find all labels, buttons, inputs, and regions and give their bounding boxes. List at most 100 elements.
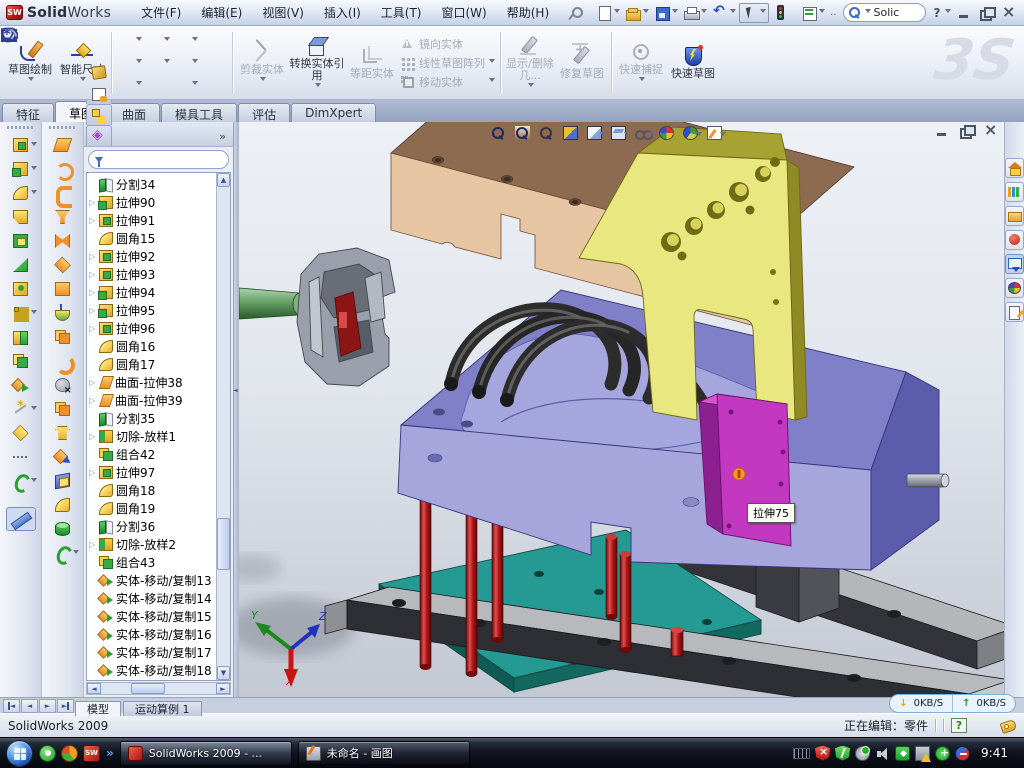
expand-arrow-icon[interactable] xyxy=(89,468,99,477)
feature-tree-item[interactable]: 实体-移动/复制17 xyxy=(89,643,216,661)
print-icon[interactable] xyxy=(681,3,709,23)
scroll-down-button[interactable] xyxy=(217,666,230,680)
taskbar-button-paint[interactable]: 未命名 - 画图 xyxy=(298,741,470,765)
zoom-fit-icon[interactable] xyxy=(487,123,509,142)
model-guide-rod[interactable] xyxy=(239,288,307,319)
menu-item[interactable]: 窗口(W) xyxy=(432,1,497,24)
panel-chevron[interactable]: » xyxy=(214,130,231,146)
feature-tree-item[interactable]: 分割36 xyxy=(89,517,216,535)
feature-tree-item[interactable]: 拉伸96 xyxy=(89,319,216,337)
graphics-viewport[interactable]: 拉伸75 Y Z X xyxy=(239,122,1004,697)
offset-entities-button[interactable]: 等距实体 xyxy=(346,28,398,97)
reference-point-icon[interactable] xyxy=(6,445,36,469)
doc-minimize-button[interactable] xyxy=(934,124,950,138)
tab-motion-study[interactable]: 运动算例 1 xyxy=(123,701,202,716)
helix-curve-icon[interactable] xyxy=(6,469,36,493)
rapid-sketch-button[interactable]: 快速草图 xyxy=(667,28,719,97)
menu-item[interactable]: 编辑(E) xyxy=(191,1,252,24)
arc-icon[interactable] xyxy=(146,52,170,74)
doc-close-button[interactable] xyxy=(982,124,998,138)
tree-filter-input[interactable] xyxy=(88,150,229,169)
display-delete-relations-button[interactable]: 显示/删除几... xyxy=(504,28,556,97)
scroll-right-button[interactable] xyxy=(216,683,230,694)
move-copy-body-icon[interactable] xyxy=(6,373,36,397)
line-icon[interactable] xyxy=(118,30,142,52)
surface-fillet-icon[interactable] xyxy=(48,493,78,517)
sketch-fillet-icon[interactable] xyxy=(174,74,198,96)
sync-icon[interactable] xyxy=(895,746,910,761)
display-style-icon[interactable] xyxy=(583,123,605,142)
toolbar-grip[interactable] xyxy=(7,126,35,129)
swept-surface-icon[interactable] xyxy=(48,181,78,205)
linear-pattern-icon[interactable] xyxy=(6,301,36,325)
solidworks-icon[interactable]: SW xyxy=(83,745,100,762)
point-icon[interactable] xyxy=(202,74,226,96)
quick-launch-chevron[interactable]: » xyxy=(106,746,114,760)
custom-properties-icon[interactable] xyxy=(1005,302,1024,322)
pin-icon[interactable] xyxy=(565,3,593,23)
tab-mold-tools[interactable]: 模具工具 xyxy=(161,103,237,122)
ruled-surface-icon[interactable] xyxy=(48,469,78,493)
replace-face-icon[interactable] xyxy=(48,397,78,421)
last-tab-button[interactable] xyxy=(57,699,74,713)
feature-tree-item[interactable]: 拉伸94 xyxy=(89,283,216,301)
help-button[interactable]: ? xyxy=(930,6,943,20)
combine-icon[interactable] xyxy=(6,349,36,373)
view-orientation-icon[interactable] xyxy=(607,123,629,142)
boundary-surface-icon[interactable] xyxy=(48,229,78,253)
trim-entities-button[interactable]: 剪裁实体 xyxy=(236,28,288,97)
knit-surface-icon[interactable] xyxy=(48,325,78,349)
measure-button[interactable] xyxy=(6,507,36,531)
network-warning-icon[interactable] xyxy=(915,746,930,761)
select-cursor-icon[interactable] xyxy=(739,3,769,23)
repair-sketch-button[interactable]: 修复草图 xyxy=(556,28,608,97)
tree-horizontal-scrollbar[interactable] xyxy=(86,682,231,695)
scroll-thumb[interactable] xyxy=(217,518,230,570)
reference-axis-icon[interactable] xyxy=(6,397,36,421)
expand-arrow-icon[interactable] xyxy=(89,396,99,405)
delete-face-icon[interactable] xyxy=(48,373,78,397)
extend-surface-icon[interactable] xyxy=(48,349,78,373)
annotations-icon[interactable] xyxy=(703,123,725,142)
feature-tree-item[interactable]: 圆角15 xyxy=(89,229,216,247)
scroll-thumb[interactable] xyxy=(131,683,165,694)
help-dropdown-icon[interactable] xyxy=(945,9,951,16)
minimize-button[interactable] xyxy=(956,6,972,20)
hide-show-items-icon[interactable] xyxy=(631,123,653,142)
tag-icon[interactable] xyxy=(1000,720,1016,732)
lofted-surface-icon[interactable] xyxy=(48,205,78,229)
tab-surfaces[interactable]: 曲面 xyxy=(108,103,160,122)
revolved-surface-icon[interactable] xyxy=(48,157,78,181)
tab-evaluate[interactable]: 评估 xyxy=(238,103,290,122)
expand-arrow-icon[interactable] xyxy=(89,324,99,333)
appearances-icon[interactable] xyxy=(655,123,677,142)
move-entities-button[interactable]: 移动实体 xyxy=(400,73,495,90)
surface-curve-icon[interactable] xyxy=(48,541,78,565)
chamfer-icon[interactable] xyxy=(6,205,36,229)
expand-arrow-icon[interactable] xyxy=(89,540,99,549)
feature-tree-item[interactable]: 分割34 xyxy=(89,175,216,193)
feature-tree-item[interactable]: 实体-移动/复制16 xyxy=(89,625,216,643)
feature-tree-item[interactable]: 圆角18 xyxy=(89,481,216,499)
offset-surface-icon[interactable] xyxy=(48,301,78,325)
taskbar-button-solidworks[interactable]: SolidWorks 2009 - ... xyxy=(120,741,292,765)
ellipse-icon[interactable] xyxy=(174,52,198,74)
security-shield-icon[interactable] xyxy=(835,746,850,761)
hole-wizard-icon[interactable] xyxy=(6,277,36,301)
rebuild-traffic-light-icon[interactable] xyxy=(770,3,798,23)
search-box[interactable]: Solic xyxy=(843,3,926,22)
section-view-icon[interactable] xyxy=(559,123,581,142)
trim-surface-icon[interactable] xyxy=(48,421,78,445)
menu-item[interactable]: 工具(T) xyxy=(371,1,432,24)
expand-arrow-icon[interactable] xyxy=(89,252,99,261)
design-library-icon[interactable] xyxy=(1005,182,1024,202)
rib-icon[interactable] xyxy=(6,325,36,349)
feature-tree-item[interactable]: 切除-放样1 xyxy=(89,427,216,445)
feature-tree-item[interactable]: 实体-移动/复制13 xyxy=(89,571,216,589)
start-button[interactable] xyxy=(6,740,33,767)
tab-features[interactable]: 特征 xyxy=(2,103,54,122)
menu-item[interactable]: 视图(V) xyxy=(252,1,314,24)
feature-tree-item[interactable]: 实体-移动/复制14 xyxy=(89,589,216,607)
home-icon[interactable] xyxy=(1005,158,1024,178)
expand-arrow-icon[interactable] xyxy=(89,432,99,441)
